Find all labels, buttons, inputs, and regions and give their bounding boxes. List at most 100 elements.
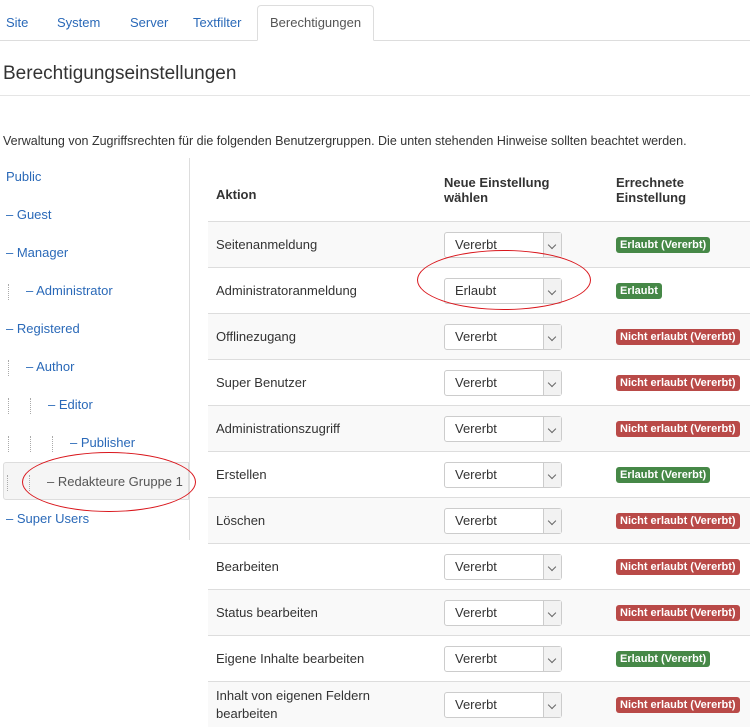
action-label: Super Benutzer	[208, 360, 436, 406]
permission-select[interactable]: Vererbt	[444, 692, 562, 718]
chevron-down-icon[interactable]	[543, 279, 561, 303]
group-item-public[interactable]: Public	[6, 158, 41, 196]
tree-indent-line	[8, 360, 26, 376]
tree-indent-line	[7, 475, 25, 491]
permission-select[interactable]: Vererbt	[444, 462, 562, 488]
calculated-cell: Nicht erlaubt (Vererbt)	[608, 544, 750, 590]
group-item-label: – Publisher	[70, 435, 135, 450]
group-item-redakteure-gruppe-1[interactable]: – Redakteure Gruppe 1	[3, 462, 189, 500]
column-header-calculated: Errechnete Einstellung	[608, 158, 750, 222]
action-label: Offlinezugang	[208, 314, 436, 360]
column-header-calculated-line1: Errechnete	[616, 175, 684, 190]
permission-select-value: Vererbt	[455, 513, 497, 528]
calculated-cell: Nicht erlaubt (Vererbt)	[608, 498, 750, 544]
action-label: Administrationszugriff	[208, 406, 436, 452]
chevron-down-icon[interactable]	[543, 325, 561, 349]
setting-cell: Vererbt	[436, 222, 608, 268]
title-divider	[0, 95, 750, 96]
calculated-cell: Nicht erlaubt (Vererbt)	[608, 360, 750, 406]
status-badge: Erlaubt	[616, 283, 662, 299]
permission-select-value: Erlaubt	[455, 283, 496, 298]
permission-select[interactable]: Vererbt	[444, 370, 562, 396]
setting-cell: Erlaubt	[436, 268, 608, 314]
tab-berechtigungen[interactable]: Berechtigungen	[257, 5, 374, 41]
calculated-cell: Nicht erlaubt (Vererbt)	[608, 314, 750, 360]
tab-system[interactable]: System	[57, 6, 100, 41]
table-row: Inhalt von eigenen Feldern bearbeiten Ver…	[208, 682, 750, 727]
column-header-new-setting: Neue Einstellung wählen	[436, 158, 608, 222]
group-item-label: – Editor	[48, 397, 93, 412]
calculated-cell: Nicht erlaubt (Vererbt)	[608, 406, 750, 452]
chevron-down-icon[interactable]	[543, 555, 561, 579]
permissions-description: Verwaltung von Zugriffsrechten für die f…	[3, 134, 687, 148]
group-item-label: – Redakteure Gruppe 1	[47, 474, 183, 489]
tab-site[interactable]: Site	[6, 6, 28, 41]
table-row: Administrationszugriff Vererbt Nicht erlau…	[208, 406, 750, 452]
group-item-administrator[interactable]: – Administrator	[4, 272, 113, 310]
permission-select[interactable]: Vererbt	[444, 554, 562, 580]
calculated-cell: Erlaubt	[608, 268, 750, 314]
permission-select-value: Vererbt	[455, 375, 497, 390]
tab-textfilter[interactable]: Textfilter	[193, 6, 241, 41]
chevron-down-icon[interactable]	[543, 693, 561, 717]
permission-select[interactable]: Vererbt	[444, 416, 562, 442]
page-title: Berechtigungseinstellungen	[3, 63, 236, 85]
user-group-list: Public – Guest – Manager – Administrator…	[0, 158, 190, 540]
calculated-cell: Nicht erlaubt (Vererbt)	[608, 682, 750, 727]
setting-cell: Vererbt	[436, 498, 608, 544]
permission-select[interactable]: Vererbt	[444, 324, 562, 350]
action-label: Inhalt von eigenen Feldern bearbeiten	[208, 682, 436, 727]
group-item-manager[interactable]: – Manager	[6, 234, 68, 272]
group-item-guest[interactable]: – Guest	[6, 196, 52, 234]
calculated-cell: Nicht erlaubt (Vererbt)	[608, 590, 750, 636]
permission-select[interactable]: Erlaubt	[444, 278, 562, 304]
chevron-down-icon[interactable]	[543, 509, 561, 533]
tree-indent-line	[29, 475, 47, 491]
group-item-editor[interactable]: – Editor	[4, 386, 93, 424]
tab-bar: Site System Server Textfilter Berechtigu…	[0, 0, 750, 41]
table-row: ErstellenVererbtErlaubt (Vererbt)	[208, 452, 750, 498]
permission-select[interactable]: Vererbt	[444, 232, 562, 258]
permission-select-value: Vererbt	[455, 559, 497, 574]
status-badge: Nicht erlaubt (Vererbt)	[616, 375, 740, 391]
chevron-down-icon[interactable]	[543, 417, 561, 441]
permission-select[interactable]: Vererbt	[444, 600, 562, 626]
setting-cell: Vererbt	[436, 452, 608, 498]
permission-select-value: Vererbt	[455, 237, 497, 252]
table-row: SeitenanmeldungVererbtErlaubt (Vererbt)	[208, 222, 750, 268]
column-header-new-setting-line2: wählen	[444, 190, 488, 205]
status-badge: Nicht erlaubt (Vererbt)	[616, 697, 740, 713]
column-header-action: Aktion	[208, 158, 436, 222]
permission-select[interactable]: Vererbt	[444, 508, 562, 534]
action-label: Status bearbeiten	[208, 590, 436, 636]
tree-indent-line	[8, 398, 26, 414]
status-badge: Nicht erlaubt (Vererbt)	[616, 421, 740, 437]
permission-select-value: Vererbt	[455, 421, 497, 436]
setting-cell: Vererbt	[436, 590, 608, 636]
permission-select-value: Vererbt	[455, 651, 497, 666]
chevron-down-icon[interactable]	[543, 371, 561, 395]
setting-cell: Vererbt	[436, 682, 608, 727]
chevron-down-icon[interactable]	[543, 233, 561, 257]
permission-select-value: Vererbt	[455, 467, 497, 482]
permission-select-value: Vererbt	[455, 697, 497, 712]
chevron-down-icon[interactable]	[543, 463, 561, 487]
permission-select[interactable]: Vererbt	[444, 646, 562, 672]
tree-indent-line	[8, 436, 26, 452]
group-item-author[interactable]: – Author	[4, 348, 74, 386]
group-item-registered[interactable]: – Registered	[6, 310, 80, 348]
chevron-down-icon[interactable]	[543, 647, 561, 671]
permissions-table-container: Aktion Neue Einstellung wählen Errechnet…	[208, 158, 750, 727]
status-badge: Erlaubt (Vererbt)	[616, 237, 710, 253]
table-row: Eigene Inhalte bearbeitenVererbtErlaubt …	[208, 636, 750, 682]
chevron-down-icon[interactable]	[543, 601, 561, 625]
action-label: Löschen	[208, 498, 436, 544]
group-item-publisher[interactable]: – Publisher	[4, 424, 135, 462]
action-label: Bearbeiten	[208, 544, 436, 590]
group-item-super-users[interactable]: – Super Users	[6, 500, 89, 538]
permissions-table-body: SeitenanmeldungVererbtErlaubt (Vererbt)A…	[208, 222, 750, 727]
group-item-label: – Author	[26, 359, 74, 374]
table-row: Bearbeiten Vererbt Nicht erlaubt (Vererbt)	[208, 544, 750, 590]
table-row: Status bearbeiten Vererbt Nicht erlaubt (V…	[208, 590, 750, 636]
tab-server[interactable]: Server	[130, 6, 168, 41]
